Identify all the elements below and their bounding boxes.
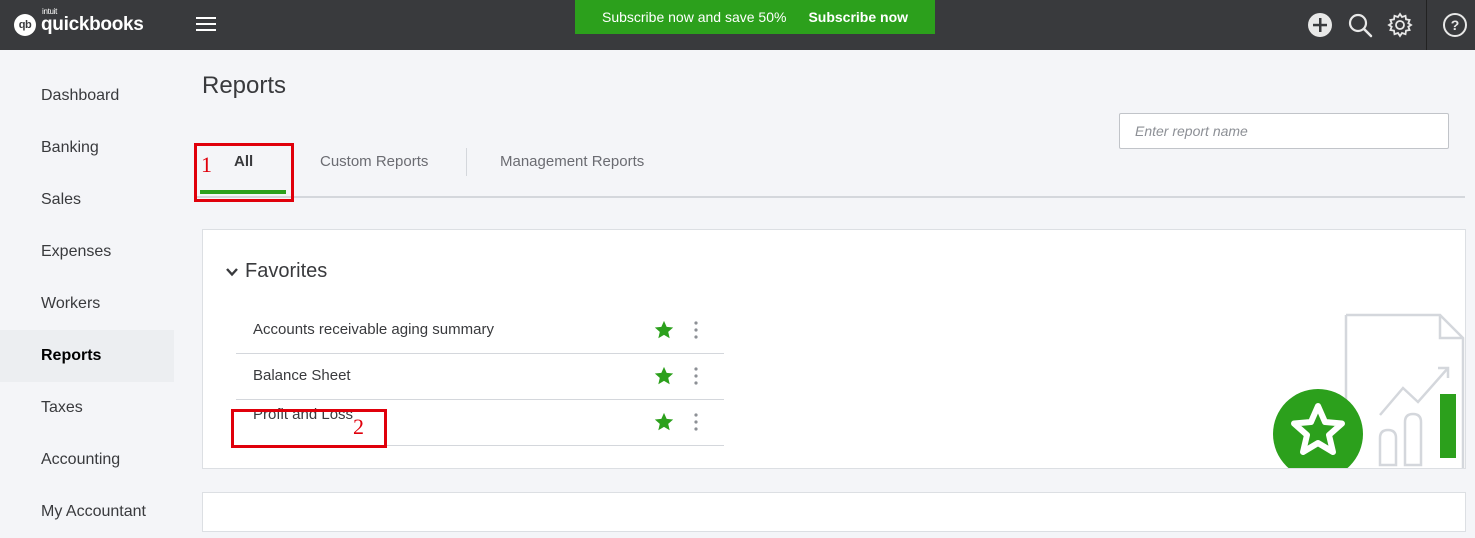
favorite-star-icon[interactable] [653,365,675,387]
annotation-number-2: 2 [353,414,364,439]
plus-circle-icon[interactable] [1307,12,1333,38]
sidebar-item-dashboard[interactable]: Dashboard [0,70,174,122]
favorite-star-icon[interactable] [653,319,675,341]
sidebar-item-banking[interactable]: Banking [0,122,174,174]
report-link-ar-aging-summary[interactable]: Accounts receivable aging summary [253,307,494,353]
sidebar-item-my-accountant[interactable]: My Accountant [0,486,174,538]
left-sidebar: Dashboard Banking Sales Expenses Workers… [0,50,174,522]
tab-management-reports[interactable]: Management Reports [500,153,644,183]
sidebar-item-accounting[interactable]: Accounting [0,434,174,486]
chevron-down-icon [226,267,238,276]
more-options-icon[interactable] [691,365,701,387]
annotation-number-1: 1 [201,152,212,177]
logo-brand-text: quickbooks [41,14,144,35]
tab-separator [466,148,467,176]
tab-all[interactable]: All [234,153,253,183]
logo-intuit-text: intuit [42,7,58,16]
favorites-card: Favorites Accounts receivable aging summ… [202,229,1466,469]
reports-section-card [202,492,1466,532]
sidebar-item-sales[interactable]: Sales [0,174,174,226]
search-icon[interactable] [1347,12,1373,38]
qb-logo-mark: qb [14,14,36,36]
hamburger-menu-icon[interactable] [196,15,216,35]
report-row: Profit and Loss [236,399,724,446]
report-row: Accounts receivable aging summary [236,307,724,354]
favorites-section-toggle[interactable]: Favorites [225,260,327,283]
report-search-input[interactable] [1119,113,1449,149]
active-tab-indicator [200,190,286,194]
tab-custom-reports[interactable]: Custom Reports [320,153,428,183]
logo-wordmark: intuit quickbooks [41,7,144,36]
gear-icon[interactable] [1387,12,1413,38]
favorites-title: Favorites [245,260,328,282]
more-options-icon[interactable] [691,319,701,341]
favorite-star-icon[interactable] [653,411,675,433]
svg-text:?: ? [1451,17,1460,33]
top-navigation-bar: qb intuit quickbooks Subscribe now and s… [0,0,1475,50]
sidebar-item-taxes[interactable]: Taxes [0,382,174,434]
page-title: Reports [202,72,287,99]
more-options-icon[interactable] [691,411,701,433]
report-link-profit-and-loss[interactable]: Profit and Loss [253,392,353,438]
favorites-illustration [1273,313,1465,468]
subscribe-now-button[interactable]: Subscribe now [808,9,908,25]
quickbooks-logo[interactable]: qb intuit quickbooks [14,7,144,41]
tabs-baseline [195,196,1465,198]
toolbar-divider [1426,0,1427,50]
promo-text: Subscribe now and save 50% [601,9,787,25]
sidebar-item-reports[interactable]: Reports [0,330,174,382]
help-icon[interactable]: ? [1442,12,1468,38]
subscribe-promo-banner: Subscribe now and save 50% Subscribe now [575,0,935,34]
sidebar-item-workers[interactable]: Workers [0,278,174,330]
sidebar-item-expenses[interactable]: Expenses [0,226,174,278]
